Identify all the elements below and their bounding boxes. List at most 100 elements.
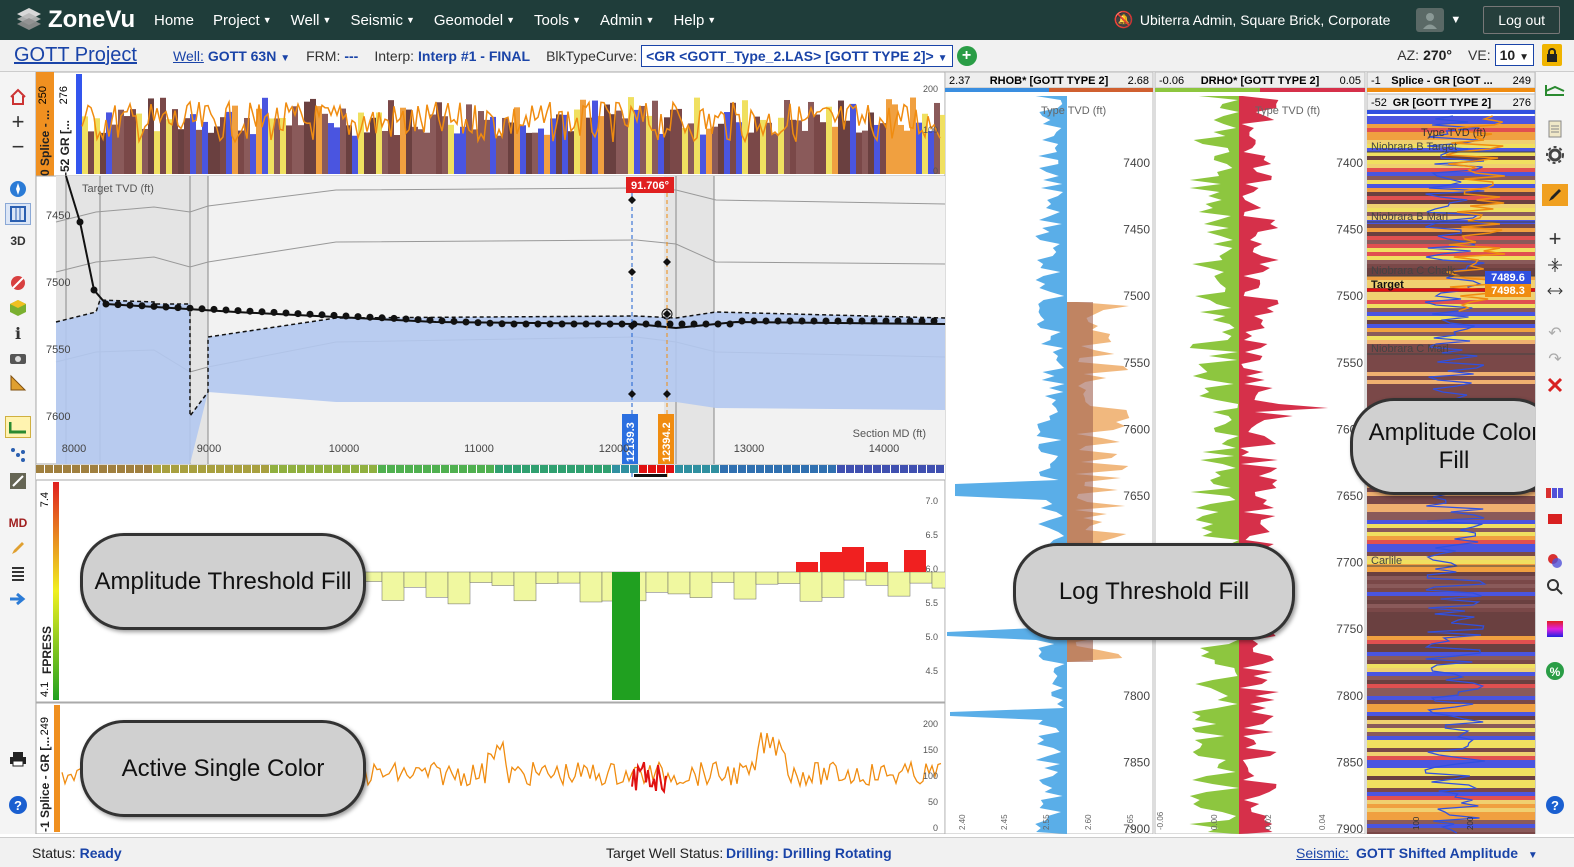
- survey-point: [258, 308, 266, 316]
- menu-well[interactable]: Well: [291, 12, 320, 29]
- target-icon[interactable]: [5, 272, 31, 294]
- fit-icon[interactable]: [5, 470, 31, 492]
- zone-strip-cell: [810, 465, 818, 473]
- type-log-tracks[interactable]: 2.37 RHOB* [GOTT TYPE 2] 2.68 -0.06 DRHO* [G…: [944, 71, 1558, 836]
- amplitude-band: [454, 133, 460, 174]
- help-icon[interactable]: ?: [5, 794, 31, 816]
- amplitude-band: [466, 104, 472, 174]
- az-label: AZ:: [1397, 47, 1420, 63]
- gr1-name: Splice - GR [GOT ...: [1391, 75, 1492, 87]
- layers-icon[interactable]: [5, 562, 31, 584]
- interp-value[interactable]: Interp #1 - FINAL: [418, 48, 530, 64]
- pencil-icon[interactable]: [5, 537, 31, 559]
- amplitude-band: [904, 130, 910, 174]
- top-track-tick: 0: [933, 166, 938, 176]
- amplitude-color-band: [1367, 800, 1535, 804]
- percent-icon[interactable]: %: [1542, 660, 1568, 682]
- survey-point: [546, 320, 554, 328]
- chart-icon[interactable]: [1542, 550, 1568, 572]
- zone-strip-cell: [279, 465, 287, 473]
- zone-strip-cell: [486, 465, 494, 473]
- amplitude-band: [862, 130, 868, 174]
- info-icon[interactable]: i: [5, 322, 31, 344]
- md-toggle-icon[interactable]: MD: [5, 512, 31, 534]
- logout-button[interactable]: Log out: [1483, 6, 1560, 34]
- amplitude-color-band: [1367, 832, 1535, 836]
- menu-project[interactable]: Project: [213, 12, 260, 29]
- add-curve-button[interactable]: +: [956, 45, 977, 66]
- amplitude-color-band: [1367, 620, 1535, 624]
- redo-icon[interactable]: ↷: [1542, 348, 1568, 370]
- amplitude-color-band: [1367, 204, 1535, 208]
- help-icon[interactable]: ?: [1542, 794, 1568, 816]
- lock-icon[interactable]: [1542, 44, 1562, 66]
- zone-strip-cell: [738, 465, 746, 473]
- ruler-icon[interactable]: [5, 372, 31, 394]
- squeeze-vertical-icon[interactable]: [1542, 254, 1568, 276]
- menu-help[interactable]: Help: [673, 12, 704, 29]
- blk-type-curve-select[interactable]: <GR <GOTT_Type_2.LAS> [GOTT TYPE 2]> ▼: [641, 44, 953, 67]
- menu-seismic[interactable]: Seismic: [350, 12, 403, 29]
- ve-select[interactable]: 10 ▼: [1494, 44, 1534, 66]
- gr-tick: 100: [923, 771, 938, 781]
- survey-point: [858, 317, 866, 325]
- arrow-right-icon[interactable]: [5, 588, 31, 610]
- amplitude-band: [364, 132, 370, 174]
- zone-strip-cell: [414, 465, 422, 473]
- amplitude-band: [898, 124, 904, 174]
- color-scale-icon[interactable]: [1542, 618, 1568, 640]
- seismic-select[interactable]: GOTT Shifted Amplitude ▼: [1356, 845, 1538, 861]
- survey-point: [342, 312, 350, 320]
- gr1-scale: [1367, 88, 1535, 92]
- zone-strip-cell: [594, 465, 602, 473]
- zoom-out-icon[interactable]: −: [5, 134, 31, 159]
- cube-icon[interactable]: [5, 297, 31, 319]
- stretch-horizontal-icon[interactable]: [1542, 280, 1568, 302]
- home-icon[interactable]: [5, 86, 31, 108]
- document-icon[interactable]: [1542, 118, 1568, 140]
- section-view[interactable]: 250 276 200 100 0 91.706° 12139.3 12394.2 Target…: [35, 71, 955, 835]
- well-path-icon[interactable]: [5, 416, 31, 438]
- zonevu-logo[interactable]: ZoneVu: [14, 6, 154, 34]
- search-icon[interactable]: [1542, 576, 1568, 598]
- notifications-muted-icon[interactable]: 🔕: [1114, 10, 1134, 30]
- amplitude-band: [394, 135, 400, 174]
- zone-strip-cell: [873, 465, 881, 473]
- avatar[interactable]: [1416, 8, 1445, 32]
- camera-icon[interactable]: [5, 347, 31, 369]
- depth-tick: 7850: [1336, 755, 1363, 769]
- zoom-in-icon[interactable]: +: [1542, 226, 1568, 251]
- delete-icon[interactable]: [1542, 374, 1568, 396]
- user-name: Ubiterra Admin, Square Brick, Corporate: [1139, 12, 1391, 28]
- well-path-icon[interactable]: [1542, 80, 1568, 102]
- well-select[interactable]: GOTT 63N ▼: [208, 48, 290, 64]
- project-link[interactable]: GOTT Project: [14, 44, 137, 67]
- user-menu-chevron-icon[interactable]: ▼: [1450, 14, 1461, 26]
- print-icon[interactable]: [5, 748, 31, 770]
- menu-admin[interactable]: Admin: [600, 12, 643, 29]
- frm-value[interactable]: ---: [344, 48, 358, 64]
- depth-badge-orange-text: 7498.3: [1491, 285, 1525, 297]
- survey-point: [102, 300, 110, 308]
- points-icon[interactable]: [5, 444, 31, 466]
- menu-home[interactable]: Home: [154, 12, 194, 29]
- gear-icon[interactable]: [1542, 144, 1568, 166]
- amplitude-band: [832, 126, 838, 174]
- bar-colors-icon[interactable]: [1542, 482, 1568, 504]
- menu-geomodel[interactable]: Geomodel: [434, 12, 503, 29]
- zone-strip-cell: [702, 465, 710, 473]
- zoom-in-icon[interactable]: +: [5, 109, 31, 134]
- amplitude-band: [424, 132, 430, 174]
- undo-icon[interactable]: ↶: [1542, 322, 1568, 344]
- edit-pencil-icon[interactable]: [1542, 184, 1568, 206]
- amplitude-band: [616, 110, 622, 174]
- 3d-view-icon[interactable]: 3D: [5, 230, 31, 252]
- md-tick: 14000: [869, 443, 900, 455]
- well-label[interactable]: Well:: [173, 48, 204, 64]
- seismic-label[interactable]: Seismic:: [1296, 845, 1349, 861]
- section-view-icon[interactable]: [5, 203, 31, 225]
- zone-strip-cell: [504, 465, 512, 473]
- menu-tools[interactable]: Tools: [534, 12, 569, 29]
- compass-icon[interactable]: [5, 178, 31, 200]
- stop-icon[interactable]: [1542, 508, 1568, 530]
